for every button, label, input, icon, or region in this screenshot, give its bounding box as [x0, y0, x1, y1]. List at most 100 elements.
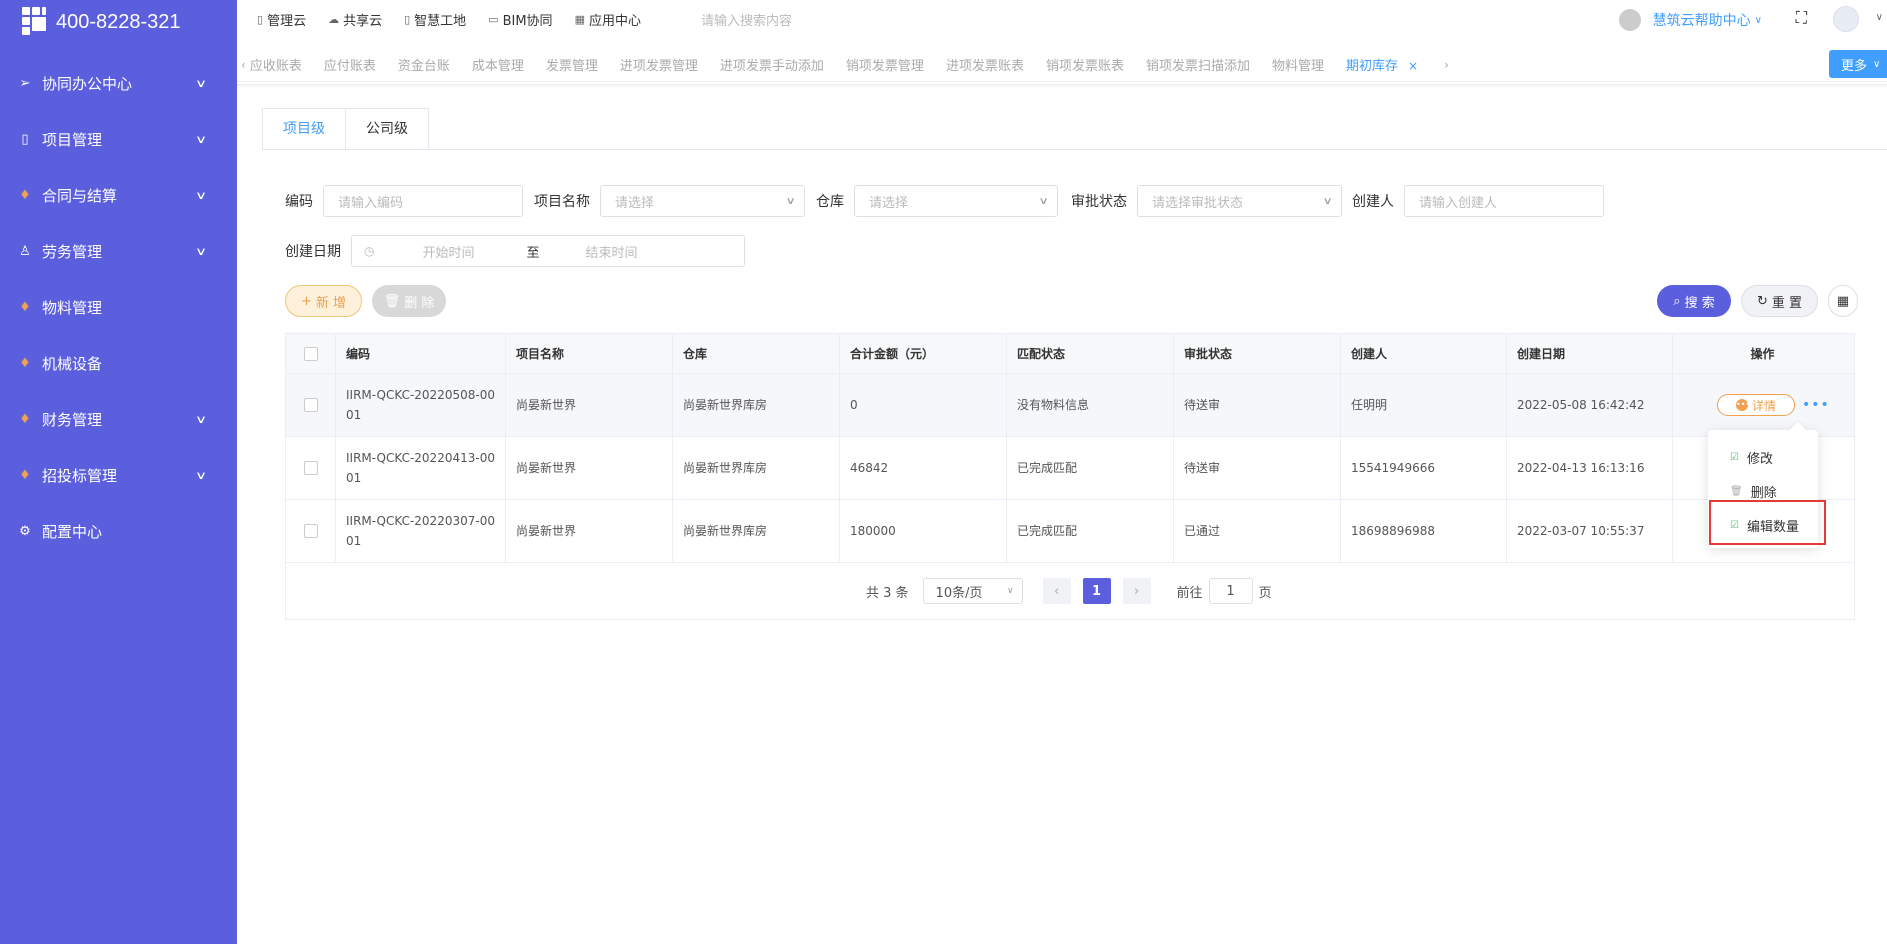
amount-cell: 46842 — [840, 437, 1007, 499]
more-dots-icon: ••• — [1735, 399, 1751, 411]
chevron-down-icon: ∨ — [1006, 586, 1014, 596]
tab-8[interactable]: 进项发票账表 — [946, 55, 1024, 74]
global-search-input[interactable]: 请输入搜索内容 — [701, 10, 921, 29]
filter-warehouse: 仓库 请选择 ∨ — [816, 185, 1058, 217]
gear-icon: ⚙ — [19, 523, 31, 539]
sidebar-item-label: 物料管理 — [42, 298, 103, 317]
filter-code: 编码 请输入编码 — [285, 185, 523, 217]
sidebar-item-5[interactable]: ♦ 机械设备 — [0, 335, 237, 391]
gem-icon: ♦ — [19, 187, 31, 203]
sidebar-item-label: 合同与结算 — [42, 186, 118, 205]
page-number-1[interactable]: 1 — [1082, 578, 1111, 604]
sidebar-item-3[interactable]: ♙ 劳务管理 ∨ — [0, 223, 237, 279]
code-cell: IIRM-QCKC-20220307-00 01 — [336, 500, 506, 562]
date-start-input[interactable]: 开始时间 — [422, 242, 522, 261]
top-link-share-cloud[interactable]: ☁ 共享云 — [328, 10, 382, 29]
date-range-picker[interactable]: ◷ 开始时间 至 结束时间 — [351, 235, 745, 267]
plus-icon: + — [300, 293, 312, 309]
trash-icon: 🗑 — [383, 293, 401, 309]
reset-button[interactable]: ↻ 重 置 — [1741, 285, 1818, 317]
tab-6[interactable]: 进项发票手动添加 — [720, 55, 824, 74]
warehouse-select[interactable]: 请选择 ∨ — [854, 185, 1058, 217]
logo-grid-icon — [22, 7, 52, 37]
goto-page-input[interactable]: 1 — [1208, 578, 1253, 604]
sidebar-item-1[interactable]: ▯ 项目管理 ∨ — [0, 111, 237, 167]
tab-11[interactable]: 物料管理 — [1272, 55, 1324, 74]
project-cell: 尚晏新世界 — [506, 437, 673, 499]
column-header: 合计金额（元） — [840, 334, 1007, 373]
tab-0[interactable]: 应收账表 — [250, 55, 302, 74]
sidebar-item-0[interactable]: ➢ 协同办公中心 ∨ — [0, 55, 237, 111]
creator-input[interactable]: 请输入创建人 — [1404, 185, 1604, 217]
sidebar-item-label: 项目管理 — [42, 130, 103, 149]
code-cell: IIRM-QCKC-20220413-00 01 — [336, 437, 506, 499]
next-page-button[interactable]: › — [1122, 578, 1151, 604]
prev-page-button[interactable]: ‹ — [1042, 578, 1071, 604]
chevron-down-icon[interactable]: ∨ — [1876, 12, 1883, 23]
row-checkbox[interactable] — [303, 524, 318, 538]
sidebar-item-label: 机械设备 — [42, 354, 103, 373]
sidebar-item-label: 劳务管理 — [42, 242, 103, 261]
tab-9[interactable]: 销项发票账表 — [1046, 55, 1124, 74]
table-row[interactable]: IIRM-QCKC-20220413-00 01 尚晏新世界 尚晏新世界库房 46842… — [286, 437, 1854, 500]
top-link-smart-site[interactable]: ▯ 智慧工地 — [404, 10, 466, 29]
filter-project: 项目名称 请选择 ∨ — [534, 185, 805, 217]
table-row[interactable]: IIRM-QCKC-20220508-00 01 尚晏新世界 尚晏新世界库房 0 没有物料… — [286, 374, 1854, 437]
row-checkbox[interactable] — [303, 461, 318, 475]
row-checkbox[interactable] — [303, 398, 318, 412]
column-header: 操作 — [1750, 346, 1775, 361]
tab-1[interactable]: 应付账表 — [324, 55, 376, 74]
avatar[interactable] — [1833, 6, 1859, 32]
tab-company-level[interactable]: 公司级 — [346, 108, 429, 150]
tab-10[interactable]: 销项发票扫描添加 — [1146, 55, 1250, 74]
tab-2[interactable]: 资金台账 — [398, 55, 450, 74]
tab-7[interactable]: 销项发票管理 — [846, 55, 924, 74]
highlight-box — [1709, 500, 1826, 545]
add-button[interactable]: + 新 增 — [285, 285, 362, 317]
more-button[interactable]: 更多 ∨ — [1829, 50, 1887, 78]
sidebar-item-2[interactable]: ♦ 合同与结算 ∨ — [0, 167, 237, 223]
page-size-select[interactable]: 10条/页 ∨ — [922, 578, 1023, 604]
tab-5[interactable]: 进项发票管理 — [620, 55, 698, 74]
chevron-down-icon: ∨ — [194, 132, 208, 146]
tab-opening-inventory[interactable]: 期初库存 × — [1346, 55, 1418, 74]
approval-select[interactable]: 请选择审批状态 ∨ — [1137, 185, 1342, 217]
columns-icon[interactable]: ▦ — [1828, 285, 1858, 317]
sidebar-item-6[interactable]: ♦ 财务管理 ∨ — [0, 391, 237, 447]
filter-creator: 创建人 请输入创建人 — [1352, 185, 1604, 217]
help-center[interactable]: 慧筑云帮助中心 ∨ — [1618, 9, 1762, 31]
top-link-management-cloud[interactable]: ▯ 管理云 — [257, 10, 306, 29]
tab-3[interactable]: 成本管理 — [472, 55, 524, 74]
chevron-down-icon: ∨ — [1322, 195, 1333, 207]
edit-menu-item[interactable]: ☑ 修改 — [1730, 448, 1773, 467]
sidebar-item-7[interactable]: ♦ 招投标管理 ∨ — [0, 447, 237, 503]
logo[interactable]: 400-8228-321 — [0, 0, 237, 44]
level-tabs: 项目级 公司级 — [262, 108, 429, 150]
delete-menu-item[interactable]: 🗑 删除 — [1730, 482, 1777, 501]
code-input[interactable]: 请输入编码 — [323, 185, 523, 217]
delete-button[interactable]: 🗑 删 除 — [372, 285, 446, 317]
select-all-checkbox[interactable] — [303, 346, 318, 361]
tab-4[interactable]: 发票管理 — [546, 55, 598, 74]
detail-button[interactable]: ••• 详情 — [1717, 394, 1795, 416]
refresh-icon: ↻ — [1756, 293, 1768, 309]
table-row[interactable]: IIRM-QCKC-20220307-00 01 尚晏新世界 尚晏新世界库房 18000… — [286, 500, 1854, 563]
tab-project-level[interactable]: 项目级 — [262, 108, 346, 150]
date-end-input[interactable]: 结束时间 — [586, 242, 638, 261]
chevron-down-icon: ∨ — [194, 244, 208, 258]
chevron-down-icon: ∨ — [785, 195, 796, 207]
bim-icon: ▭ — [488, 12, 499, 26]
match-cell: 已完成匹配 — [1007, 437, 1174, 499]
project-select[interactable]: 请选择 ∨ — [600, 185, 805, 217]
search-button[interactable]: ⌕ 搜 索 — [1657, 285, 1731, 317]
top-link-bim[interactable]: ▭ BIM协同 — [488, 10, 552, 29]
fullscreen-icon[interactable]: ⛶ — [1796, 8, 1807, 28]
more-actions-icon[interactable]: ••• — [1802, 397, 1830, 413]
top-link-app-center[interactable]: ▦ 应用中心 — [575, 10, 641, 29]
date-cell: 2022-04-13 16:13:16 — [1507, 437, 1673, 499]
chevron-left-icon[interactable]: ‹ — [241, 58, 246, 72]
sidebar-item-8[interactable]: ⚙ 配置中心 — [0, 503, 237, 559]
chevron-right-icon[interactable]: › — [1444, 58, 1449, 72]
sidebar-item-4[interactable]: ♦ 物料管理 — [0, 279, 237, 335]
close-icon[interactable]: × — [1408, 59, 1418, 73]
